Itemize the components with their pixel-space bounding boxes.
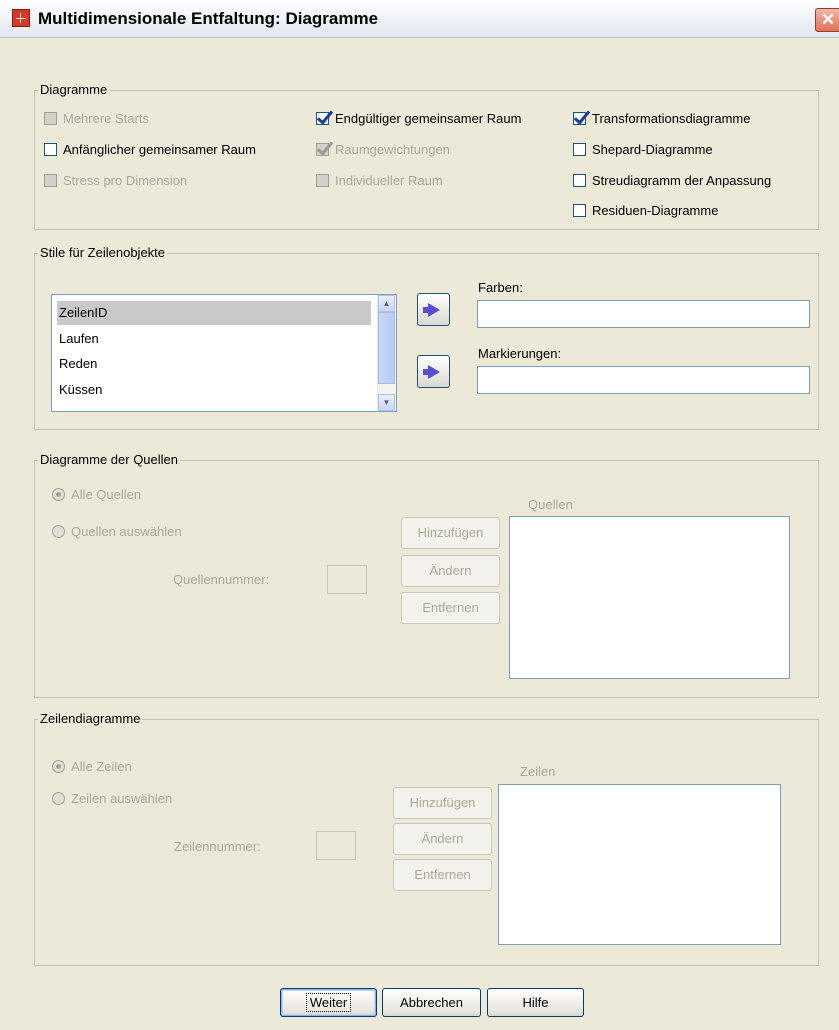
scroll-up-icon[interactable]: ▲ [378,295,395,312]
quellennummer-label: Quellennummer: [173,572,270,587]
zeilen-hinzufuegen-button[interactable]: Hinzufügen [393,787,492,819]
radio-circle [52,525,65,538]
farben-field[interactable] [477,300,810,328]
diagramme-legend: Diagramme [38,82,110,97]
scroll-thumb[interactable] [378,312,395,384]
checkbox-box [44,112,57,125]
abbrechen-button[interactable]: Abbrechen [382,988,481,1017]
title-bar: Multidimensionale Entfaltung: Diagramme … [0,0,839,38]
zeilennummer-label: Zeilennummer: [174,839,261,854]
checkbox-box [316,112,329,125]
checkbox-box [44,143,57,156]
individueller-raum-checkbox[interactable]: Individueller Raum [316,173,443,188]
checkbox-box [573,204,586,217]
window-title: Multidimensionale Entfaltung: Diagramme [38,9,379,28]
move-to-markierungen-button[interactable] [417,355,450,388]
stile-legend: Stile für Zeilenobjekte [38,245,168,260]
checkbox-box [316,143,329,156]
zeilen-auswaehlen-radio[interactable]: Zeilen auswählen [52,791,172,806]
zeilen-list-label: Zeilen [520,764,556,779]
quellen-aendern-button[interactable]: Ändern [401,555,500,587]
alle-quellen-radio[interactable]: Alle Quellen [52,487,141,502]
farben-label: Farben: [478,280,523,295]
markierungen-field[interactable] [477,366,810,394]
checkbox-box [573,143,586,156]
stress-pro-dimension-checkbox[interactable]: Stress pro Dimension [44,173,187,188]
quellen-entfernen-button[interactable]: Entfernen [401,592,500,624]
zeilennummer-field[interactable] [316,831,356,860]
close-icon: ✕ [820,10,836,29]
checkbox-box [316,174,329,187]
alle-zeilen-radio[interactable]: Alle Zeilen [52,759,132,774]
zeilen-aendern-button[interactable]: Ändern [393,823,492,855]
zeilen-entfernen-button[interactable]: Entfernen [393,859,492,891]
checkbox-box [44,174,57,187]
checkbox-box [573,112,586,125]
quellen-auswaehlen-radio[interactable]: Quellen auswählen [52,524,182,539]
quellen-list-label: Quellen [528,497,573,512]
residuen-diagramme-checkbox[interactable]: Residuen-Diagramme [573,203,718,218]
endgueltiger-gemeinsamer-raum-checkbox[interactable]: Endgültiger gemeinsamer Raum [316,111,521,126]
mehrere-starts-checkbox[interactable]: Mehrere Starts [44,111,149,126]
streudiagramm-der-anpassung-checkbox[interactable]: Streudiagramm der Anpassung [573,173,771,188]
list-item[interactable]: Laufen [57,327,371,351]
list-item[interactable]: Küssen [57,378,371,402]
zeilen-legend: Zeilendiagramme [38,711,143,726]
anfaenglicher-gemeinsamer-raum-checkbox[interactable]: Anfänglicher gemeinsamer Raum [44,142,256,157]
radio-circle [52,488,65,501]
radio-circle [52,792,65,805]
markierungen-label: Markierungen: [478,346,562,361]
list-item[interactable]: ZeilenID [57,301,371,325]
scroll-down-icon[interactable]: ▼ [378,394,395,411]
checkbox-box [573,174,586,187]
quellen-list[interactable] [509,516,790,679]
list-scrollbar[interactable]: ▲ ▼ [377,295,396,411]
transformationsdiagramme-checkbox[interactable]: Transformationsdiagramme [573,111,750,126]
hilfe-button[interactable]: Hilfe [487,988,584,1017]
quellen-legend: Diagramme der Quellen [38,452,181,467]
raumgewichtungen-checkbox[interactable]: Raumgewichtungen [316,142,450,157]
shepard-diagramme-checkbox[interactable]: Shepard-Diagramme [573,142,713,157]
radio-circle [52,760,65,773]
quellen-hinzufuegen-button[interactable]: Hinzufügen [401,517,500,549]
list-item[interactable]: Reden [57,352,371,376]
row-variable-list[interactable]: ZeilenID Laufen Reden Küssen ▲ ▼ [51,294,397,412]
weiter-button[interactable]: Weiter [280,988,377,1017]
spss-table-icon [12,9,30,27]
quellennummer-field[interactable] [327,565,367,594]
zeilen-list[interactable] [498,784,781,945]
move-to-farben-button[interactable] [417,293,450,326]
close-button[interactable]: ✕ [815,8,839,32]
